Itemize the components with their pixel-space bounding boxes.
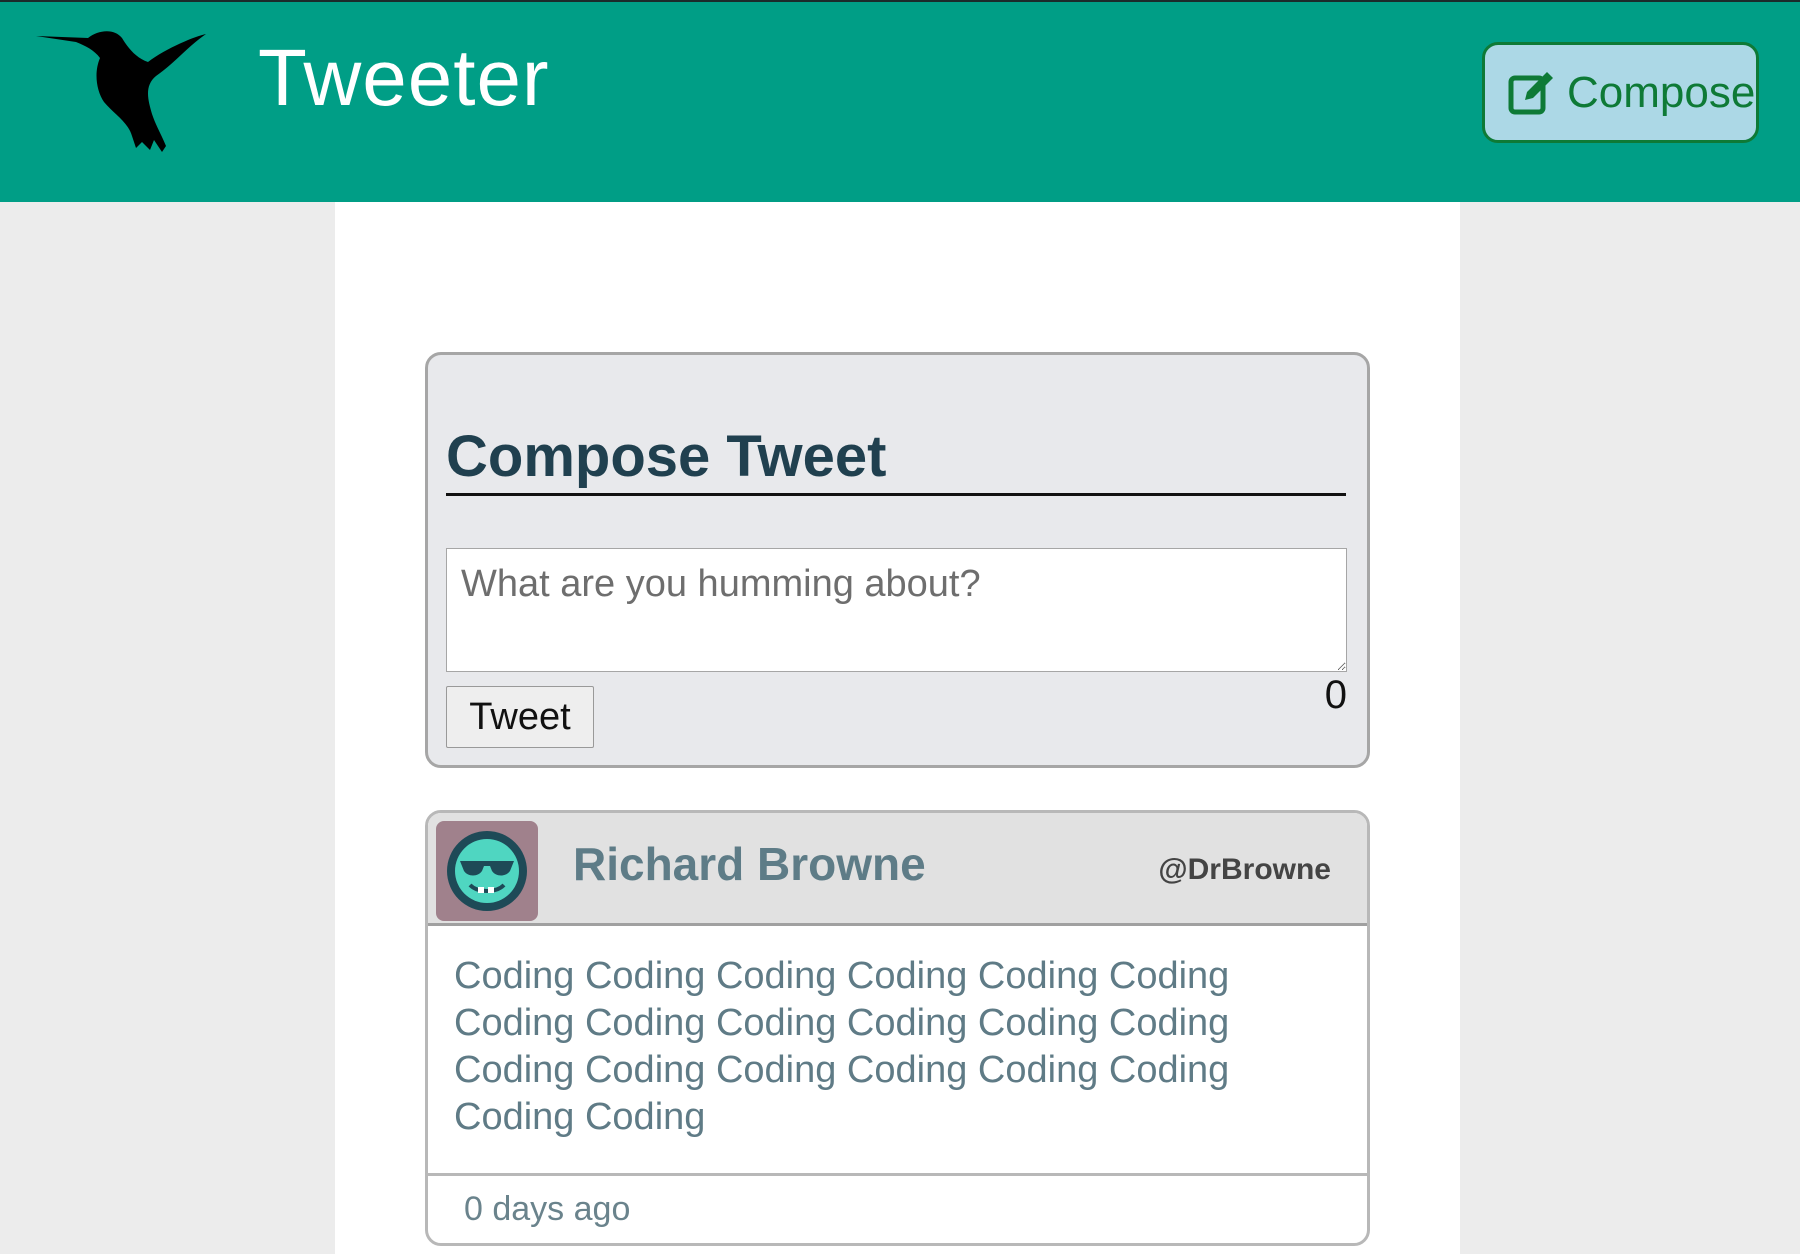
tweet-header: Richard Browne @DrBrowne: [428, 813, 1367, 926]
tweet-submit-button[interactable]: Tweet: [446, 686, 594, 748]
app-title: Tweeter: [258, 33, 550, 122]
tweet-timestamp: 0 days ago: [464, 1190, 631, 1228]
top-nav-bar: Tweeter Compose: [0, 0, 1800, 202]
avatar: [436, 821, 538, 921]
avatar-icon: [447, 831, 527, 911]
edit-icon: [1508, 71, 1553, 114]
tweet-author-handle: @DrBrowne: [1158, 853, 1331, 886]
character-counter: 0: [1324, 673, 1347, 717]
hummingbird-logo-icon: [36, 31, 206, 152]
tweet-author-name: Richard Browne: [573, 838, 926, 890]
tweet-text: Coding Coding Coding Coding Coding Codin…: [454, 955, 1230, 1138]
compose-title: Compose Tweet: [446, 425, 1346, 496]
tweet-footer: 0 days ago: [428, 1173, 1367, 1243]
compose-button[interactable]: Compose: [1482, 42, 1759, 143]
compose-tweet-panel: Compose Tweet Tweet 0: [425, 352, 1370, 768]
compose-button-label: Compose: [1567, 67, 1756, 117]
tweet-input[interactable]: [446, 548, 1347, 672]
tweet-card: Richard Browne @DrBrowne Coding Coding C…: [425, 810, 1370, 1246]
main-container: Compose Tweet Tweet 0 Richard Browne @Dr…: [335, 202, 1460, 1254]
